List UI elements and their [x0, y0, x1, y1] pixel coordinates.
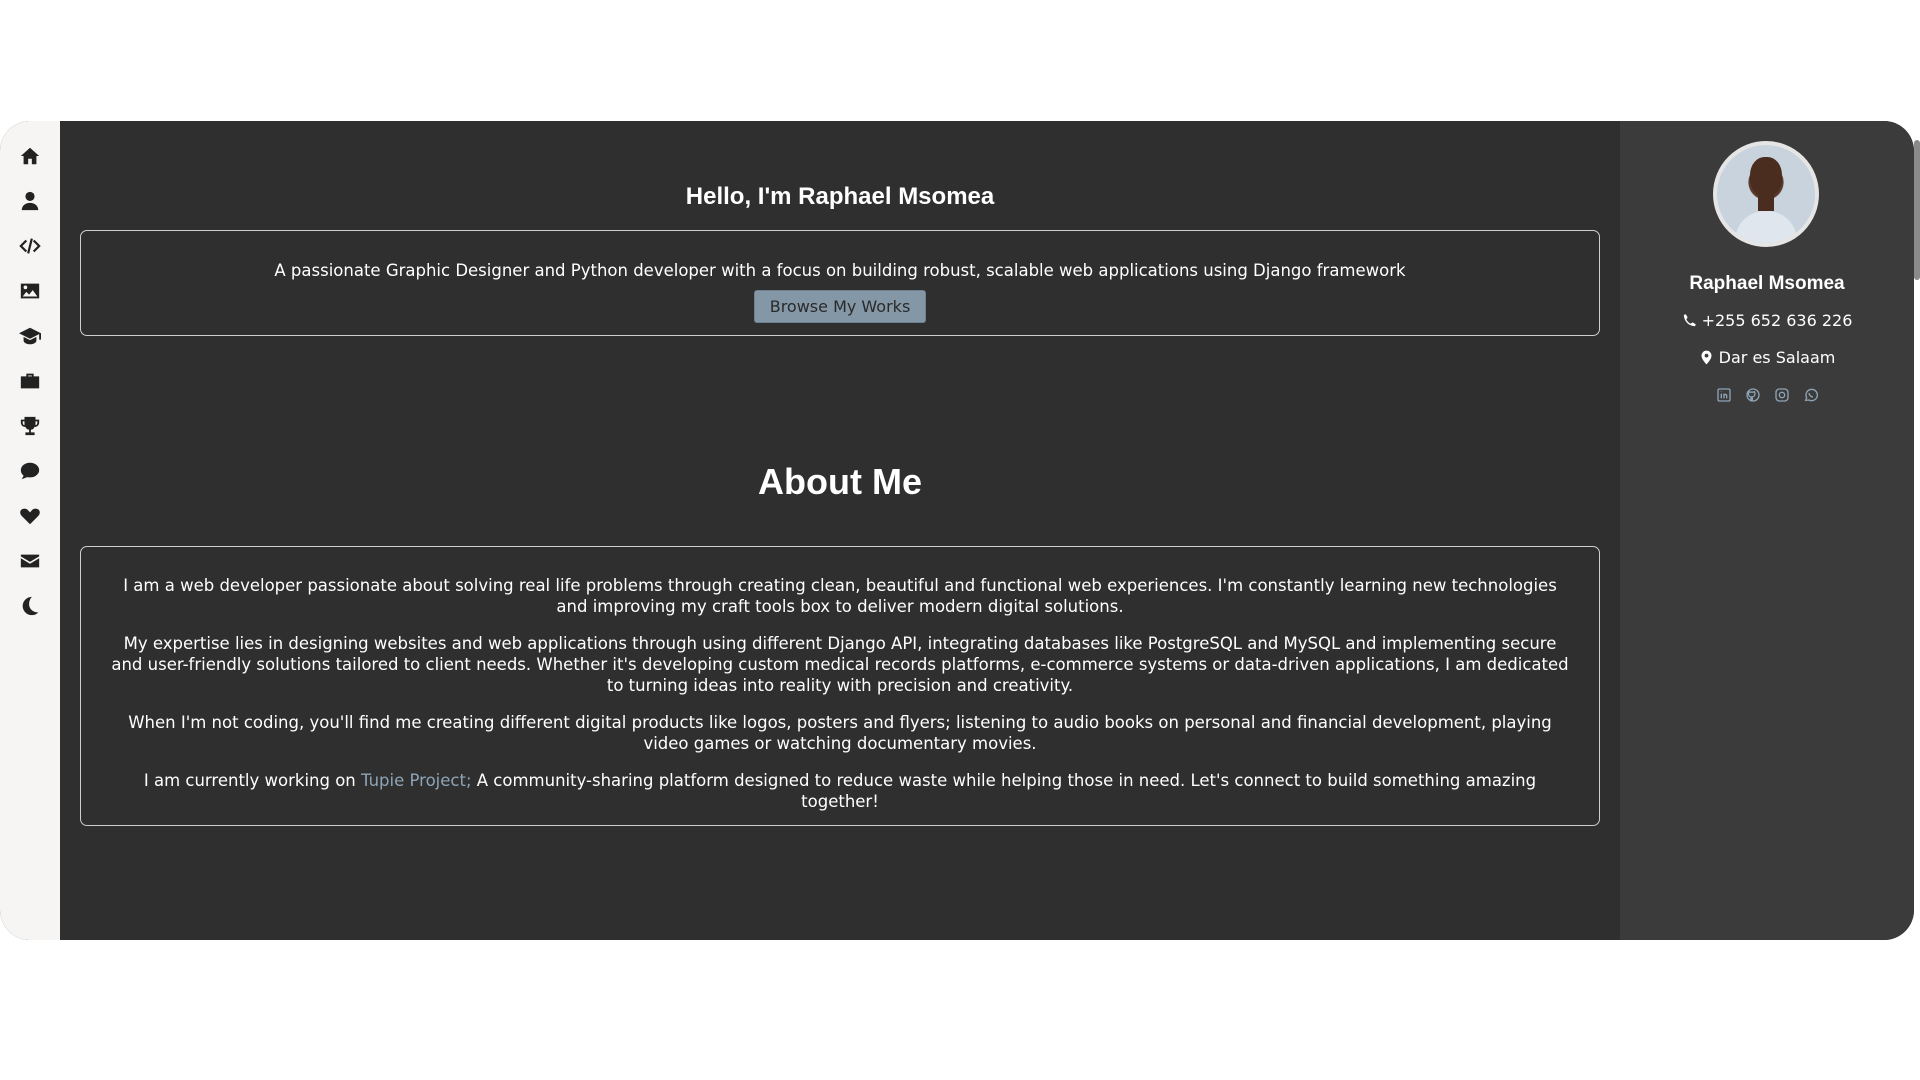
- phone-icon: [1683, 314, 1696, 327]
- graduation-cap-icon: [19, 327, 41, 345]
- github-icon[interactable]: [1745, 387, 1761, 403]
- nav-contact[interactable]: [12, 543, 48, 579]
- envelope-icon: [20, 554, 40, 568]
- about-p4-suffix: A community-sharing platform designed to…: [471, 771, 1537, 811]
- about-paragraph-4: I am currently working on Tupie Project;…: [111, 770, 1569, 812]
- heart-icon: [20, 508, 40, 525]
- profile-location: Dar es Salaam: [1620, 348, 1914, 367]
- about-card: I am a web developer passionate about so…: [80, 546, 1600, 826]
- profile-location-text: Dar es Salaam: [1718, 348, 1836, 367]
- image-icon: [20, 283, 40, 299]
- about-title: About Me: [758, 461, 922, 502]
- nav-gallery[interactable]: [12, 273, 48, 309]
- nav-home[interactable]: [12, 138, 48, 174]
- moon-icon: [22, 596, 39, 616]
- about-paragraph-1: I am a web developer passionate about so…: [123, 576, 1557, 616]
- comment-icon: [20, 462, 40, 480]
- app-frame: Hello, I'm Raphael Msomea A passionate G…: [0, 121, 1914, 940]
- nav-testimonials[interactable]: [12, 453, 48, 489]
- hero-title: Hello, I'm Raphael Msomea: [685, 183, 995, 210]
- whatsapp-icon[interactable]: [1803, 387, 1819, 403]
- theme-toggle[interactable]: [12, 588, 48, 624]
- profile-name: Raphael Msomea: [1689, 273, 1845, 294]
- nav-education[interactable]: [12, 318, 48, 354]
- nav-achievements[interactable]: [12, 408, 48, 444]
- nav-experience[interactable]: [12, 363, 48, 399]
- about-p4-prefix: I am currently working on: [143, 771, 362, 790]
- page-scrollbar[interactable]: [1914, 140, 1920, 280]
- profile-panel: Raphael Msomea +255 652 636 226 Dar es S…: [1620, 121, 1914, 940]
- browse-works-button[interactable]: Browse My Works: [753, 290, 927, 323]
- sidebar-nav: [0, 121, 60, 940]
- about-paragraph-2: My expertise lies in designing websites …: [111, 634, 1569, 695]
- briefcase-icon: [20, 373, 40, 389]
- profile-phone-text: +255 652 636 226: [1701, 311, 1853, 330]
- main-content: Hello, I'm Raphael Msomea A passionate G…: [60, 121, 1620, 940]
- linkedin-icon[interactable]: [1716, 387, 1732, 403]
- avatar: [1713, 141, 1819, 247]
- profile-phone: +255 652 636 226: [1620, 311, 1914, 330]
- code-icon: [19, 238, 41, 254]
- nav-about[interactable]: [12, 183, 48, 219]
- map-pin-icon: [1701, 350, 1712, 365]
- social-links: [1620, 387, 1914, 403]
- tupie-project-link[interactable]: Tupie Project;: [361, 771, 472, 790]
- hero-description: A passionate Graphic Designer and Python…: [274, 261, 1406, 280]
- instagram-icon[interactable]: [1774, 387, 1790, 403]
- trophy-icon: [20, 416, 40, 436]
- home-icon: [20, 147, 40, 165]
- nav-interests[interactable]: [12, 498, 48, 534]
- nav-skills[interactable]: [12, 228, 48, 264]
- about-paragraph-3: When I'm not coding, you'll find me crea…: [128, 713, 1552, 753]
- user-icon: [21, 191, 39, 211]
- hero-card: A passionate Graphic Designer and Python…: [80, 230, 1600, 336]
